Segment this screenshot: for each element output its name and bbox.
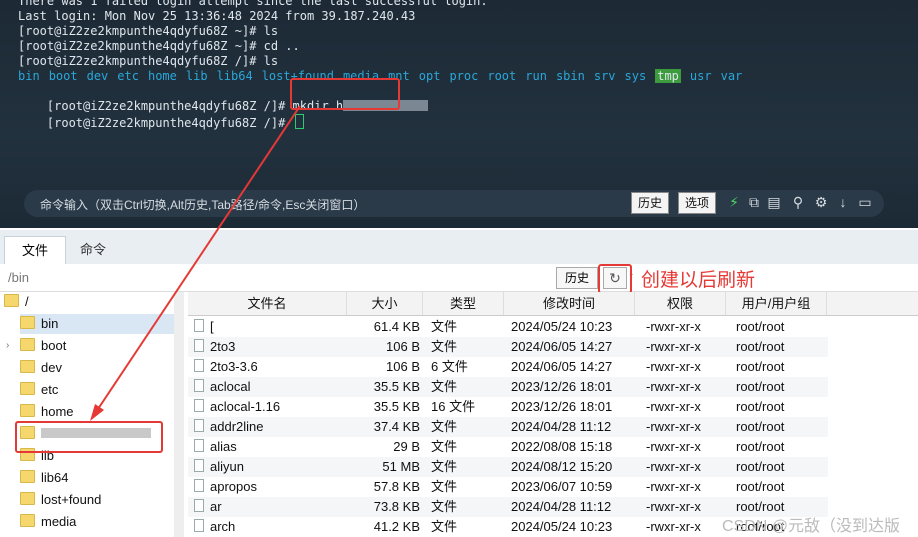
annotation-arrow <box>90 105 301 421</box>
